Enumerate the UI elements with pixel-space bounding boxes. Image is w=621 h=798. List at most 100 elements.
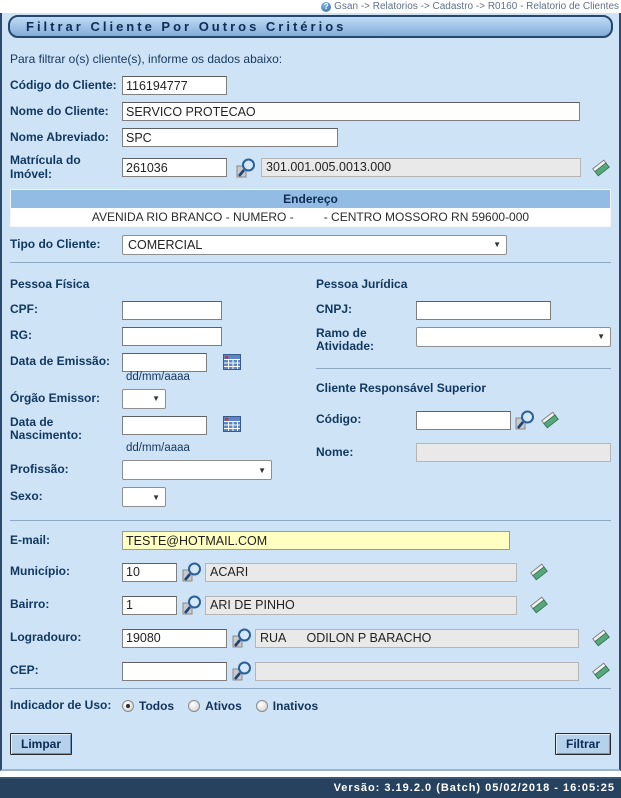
limpar-button[interactable]: Limpar — [10, 733, 72, 755]
ramo-atividade-row: Ramo de Atividade: ▼ — [316, 327, 611, 355]
orgao-emissor-row: Órgão Emissor: ▼ — [10, 389, 306, 409]
municipio-display: ACARI — [205, 563, 517, 582]
cep-row: CEP: — [10, 660, 611, 682]
data-emissao-label: Data de Emissão: — [10, 355, 122, 369]
radio-todos-label: Todos — [139, 699, 174, 713]
data-nascimento-label: Data de Nascimento: — [10, 416, 122, 444]
chevron-down-icon: ▼ — [258, 466, 266, 475]
bairro-label: Bairro: — [10, 598, 122, 612]
cpf-input[interactable] — [122, 301, 222, 320]
data-nascimento-row: Data de Nascimento: — [10, 416, 306, 444]
endereco-value: AVENIDA RIO BRANCO - NUMERO - - CENTRO M… — [11, 208, 610, 226]
responsavel-codigo-row: Código: — [316, 409, 611, 431]
cep-input[interactable] — [122, 662, 227, 681]
responsavel-codigo-input[interactable] — [416, 411, 511, 430]
search-icon[interactable] — [231, 660, 253, 682]
search-icon[interactable] — [231, 627, 253, 649]
search-icon[interactable] — [181, 594, 203, 616]
indicador-uso-label: Indicador de Uso: — [10, 699, 122, 713]
matricula-imovel-input[interactable] — [122, 158, 227, 177]
data-nascimento-input[interactable] — [122, 416, 207, 435]
endereco-table: Endereço AVENIDA RIO BRANCO - NUMERO - -… — [10, 189, 611, 227]
data-emissao-input[interactable] — [122, 353, 207, 372]
nome-cliente-input[interactable] — [122, 102, 580, 121]
nome-cliente-label: Nome do Cliente: — [10, 105, 122, 119]
eraser-icon[interactable] — [529, 562, 549, 582]
page-title: Filtrar Cliente Por Outros Critérios — [8, 15, 613, 38]
email-row: E-mail: — [10, 531, 611, 550]
filtrar-button[interactable]: Filtrar — [555, 733, 611, 755]
rg-label: RG: — [10, 329, 122, 343]
bairro-input[interactable] — [122, 596, 177, 615]
profissao-select[interactable]: ▼ — [122, 460, 272, 480]
cep-label: CEP: — [10, 664, 122, 678]
profissao-label: Profissão: — [10, 463, 122, 477]
rg-input[interactable] — [122, 327, 222, 346]
indicador-uso-row: Indicador de Uso: Todos Ativos Inativos — [10, 699, 611, 713]
radio-ativos-label: Ativos — [205, 699, 242, 713]
municipio-label: Município: — [10, 565, 122, 579]
search-icon[interactable] — [181, 561, 203, 583]
sexo-label: Sexo: — [10, 490, 122, 504]
filter-panel: Filtrar Cliente Por Outros Critérios Par… — [0, 13, 621, 771]
eraser-icon[interactable] — [591, 628, 611, 648]
codigo-cliente-row: Código do Cliente: — [10, 76, 611, 95]
radio-inativos[interactable] — [256, 700, 268, 712]
cnpj-label: CNPJ: — [316, 303, 416, 317]
orgao-emissor-label: Órgão Emissor: — [10, 392, 122, 406]
cep-display — [255, 662, 579, 681]
tipo-cliente-select[interactable]: COMERCIAL ▼ — [122, 235, 507, 255]
chevron-down-icon: ▼ — [493, 240, 501, 249]
radio-todos[interactable] — [122, 700, 134, 712]
logradouro-display: RUA ODILON P BARACHO — [255, 629, 579, 648]
pessoa-juridica-section: Pessoa Jurídica CNPJ: Ramo de Atividade:… — [306, 273, 611, 515]
codigo-cliente-label: Código do Cliente: — [10, 79, 122, 93]
responsavel-heading: Cliente Responsável Superior — [316, 381, 611, 395]
breadcrumb: Gsan -> Relatorios -> Cadastro -> R0160 … — [334, 1, 619, 12]
calendar-icon[interactable] — [223, 416, 242, 433]
pessoa-fisica-section: Pessoa Física CPF: RG: Data de Emissão: — [10, 273, 306, 515]
nome-abreviado-row: Nome Abreviado: — [10, 128, 611, 147]
matricula-imovel-row: Matrícula do Imóvel: 301.001.005.0013.00… — [10, 154, 611, 182]
orgao-emissor-select[interactable]: ▼ — [122, 389, 166, 409]
button-row: Limpar Filtrar — [10, 733, 611, 755]
pessoa-fisica-heading: Pessoa Física — [10, 277, 306, 291]
tipo-cliente-row: Tipo do Cliente: COMERCIAL ▼ — [10, 235, 611, 255]
radio-ativos[interactable] — [188, 700, 200, 712]
cpf-label: CPF: — [10, 303, 122, 317]
responsavel-nome-display — [416, 443, 611, 462]
intro-text: Para filtrar o(s) cliente(s), informe os… — [10, 52, 611, 66]
help-icon[interactable]: ? — [321, 2, 331, 12]
search-icon[interactable] — [514, 409, 536, 431]
eraser-icon[interactable] — [540, 410, 560, 430]
email-label: E-mail: — [10, 534, 122, 548]
search-icon[interactable] — [235, 157, 257, 179]
profissao-row: Profissão: ▼ — [10, 460, 306, 480]
logradouro-input[interactable] — [122, 629, 227, 648]
municipio-input[interactable] — [122, 563, 177, 582]
nome-abreviado-input[interactable] — [122, 128, 338, 147]
email-input[interactable] — [122, 531, 510, 550]
calendar-icon[interactable] — [223, 354, 242, 371]
eraser-icon[interactable] — [591, 661, 611, 681]
cnpj-input[interactable] — [416, 301, 551, 320]
logradouro-row: Logradouro: RUA ODILON P BARACHO — [10, 627, 611, 649]
nome-abreviado-label: Nome Abreviado: — [10, 131, 122, 145]
cpf-row: CPF: — [10, 301, 306, 320]
pessoa-juridica-heading: Pessoa Jurídica — [316, 277, 611, 291]
ramo-atividade-select[interactable]: ▼ — [416, 327, 611, 347]
codigo-cliente-input[interactable] — [122, 76, 227, 95]
logradouro-label: Logradouro: — [10, 631, 122, 645]
chevron-down-icon: ▼ — [152, 493, 160, 502]
municipio-row: Município: ACARI — [10, 561, 611, 583]
divider — [10, 520, 611, 521]
cnpj-row: CNPJ: — [316, 301, 611, 320]
eraser-icon[interactable] — [529, 595, 549, 615]
responsavel-nome-label: Nome: — [316, 446, 416, 460]
divider — [10, 688, 611, 689]
bairro-display: ARI DE PINHO — [205, 596, 517, 615]
sexo-select[interactable]: ▼ — [122, 487, 166, 507]
breadcrumb-bar: ? Gsan -> Relatorios -> Cadastro -> R016… — [0, 0, 621, 13]
eraser-icon[interactable] — [591, 158, 611, 178]
bairro-row: Bairro: ARI DE PINHO — [10, 594, 611, 616]
